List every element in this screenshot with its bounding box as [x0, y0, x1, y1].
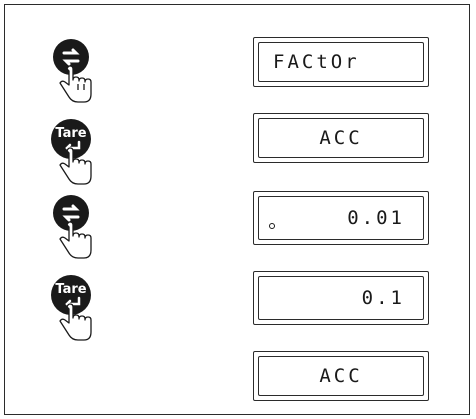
display-text: 0.01	[347, 207, 405, 229]
cycle-button[interactable]	[49, 191, 109, 269]
tare-label: Tare	[55, 126, 86, 141]
display-text: ACC	[319, 365, 363, 387]
lcd-display: ACC	[253, 113, 429, 163]
tare-button[interactable]: Tare	[49, 271, 109, 351]
display-text: ACC	[319, 127, 363, 149]
lcd-display: ACC	[253, 351, 429, 401]
lcd-display: FACtOr	[253, 37, 429, 87]
lcd-display: 0.1	[253, 271, 429, 325]
display-text: FACtOr	[273, 51, 360, 73]
tare-button[interactable]: Tare	[49, 115, 109, 195]
stability-indicator-icon	[269, 223, 275, 229]
cycle-button[interactable]	[49, 35, 109, 113]
instruction-panel: Tare Tare FACtOr ACC 0.01 0.1 ACC	[4, 4, 470, 415]
tare-label: Tare	[55, 282, 86, 297]
display-text: 0.1	[361, 287, 405, 309]
lcd-display: 0.01	[253, 191, 429, 245]
